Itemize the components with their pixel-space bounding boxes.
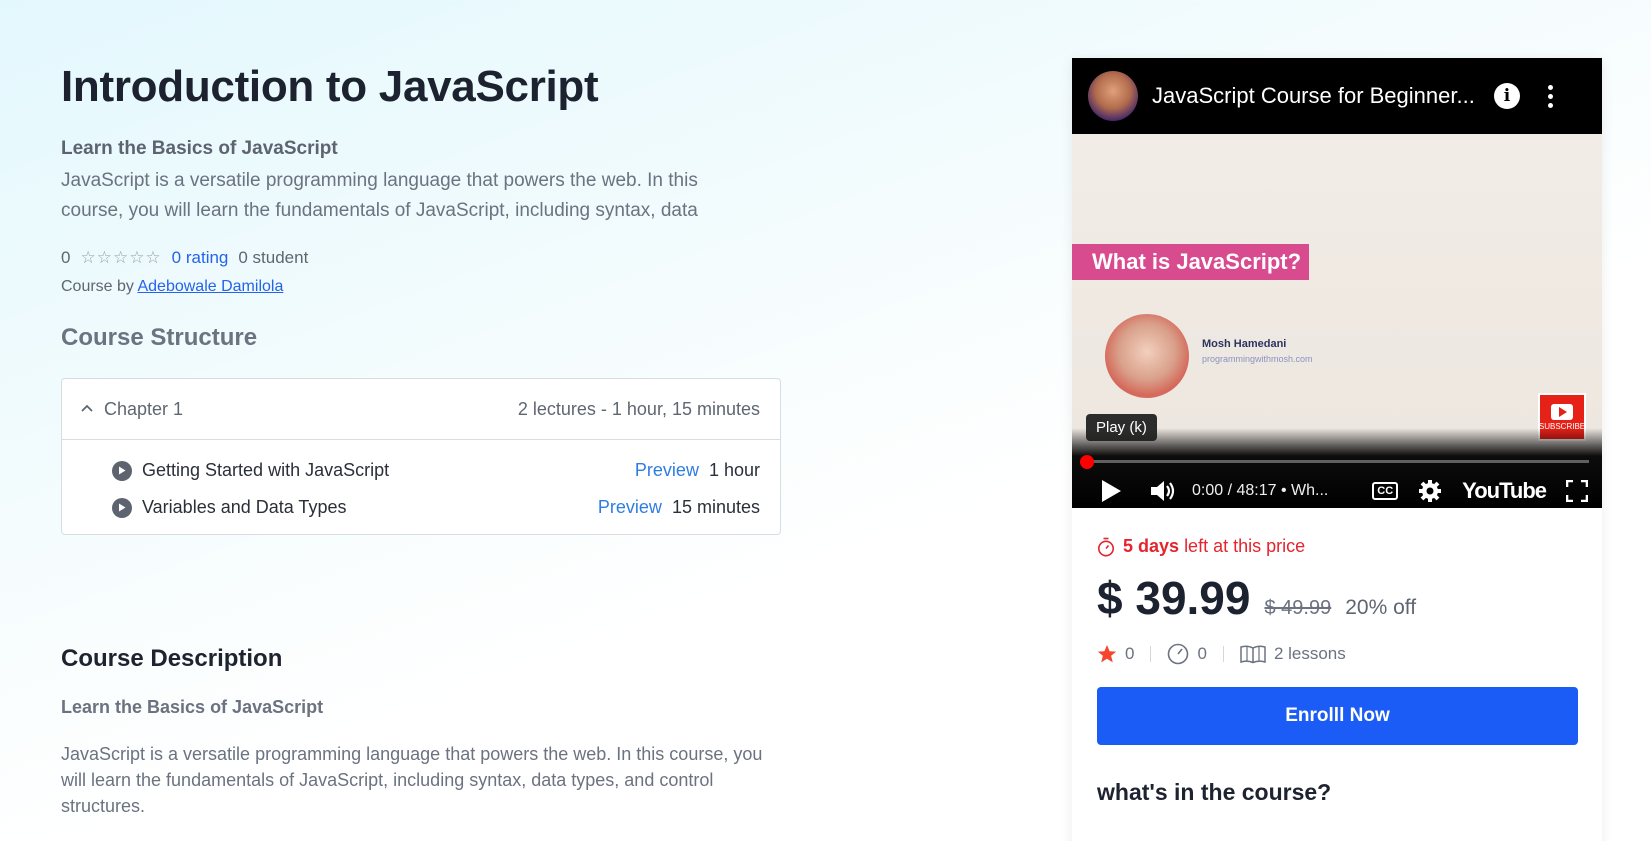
play-circle-icon [112,460,132,481]
chapter-accordion: Chapter 1 2 lectures - 1 hour, 15 minute… [61,378,781,535]
video-title[interactable]: JavaScript Course for Beginner... [1152,83,1482,109]
time-count: 0 [1197,644,1207,663]
lecture-title: Variables and Data Types [142,497,347,517]
play-icon[interactable] [1100,479,1122,503]
description-subtitle: Learn the Basics of JavaScript [61,697,324,717]
captions-icon[interactable]: CC [1372,482,1399,500]
time-display: 0:00 / 48:17 • Wh... [1192,482,1329,499]
rating-value: 0 [61,248,71,267]
course-description-heading: Course Description [61,645,283,672]
price-line: $ 39.99 $ 49.99 20% off [1097,571,1578,625]
video-banner: What is JavaScript? [1072,244,1309,280]
purchase-card: JavaScript Course for Beginner... i What… [1072,58,1602,841]
price-countdown: 5 days left at this price [1097,536,1578,557]
video-player[interactable]: JavaScript Course for Beginner... i What… [1072,58,1602,508]
progress-scrubber[interactable] [1080,455,1094,469]
rating-link[interactable]: 0 rating [172,248,229,268]
chapter-header[interactable]: Chapter 1 2 lectures - 1 hour, 15 minute… [62,379,780,440]
course-intro: JavaScript is a versatile programming la… [61,170,698,221]
star-count: 0 [1125,644,1135,663]
clock-icon [1168,643,1189,665]
control-bar: 0:00 / 48:17 • Wh... CC YouTube [1072,474,1602,508]
presenter-site: programmingwithmosh.com [1202,354,1313,364]
lecture-duration: 15 minutes [671,497,760,517]
course-title: Introduction to JavaScript [61,62,599,111]
lesson-count: 2 lessons [1273,644,1346,663]
student-count: 0 student [238,248,309,267]
play-icon [1551,403,1573,420]
original-price: $ 49.99 [1264,597,1332,619]
description-body: JavaScript is a versatile programming la… [61,744,763,816]
play-tooltip: Play (k) [1086,414,1157,441]
lecture-title: Getting Started with JavaScript [142,460,390,480]
fullscreen-icon[interactable] [1566,480,1588,502]
course-stats: 0 0 2 lessons [1097,643,1578,665]
lecture-item: Getting Started with JavaScript Preview … [112,452,760,489]
course-structure-heading: Course Structure [61,324,258,351]
days-left: 5 days [1123,536,1180,556]
settings-gear-icon[interactable] [1418,479,1442,503]
current-price: $ 39.99 [1097,572,1251,624]
days-left-suffix: left at this price [1184,536,1306,556]
course-overview: Introduction to JavaScript Learn the Bas… [61,60,791,535]
lecture-item: Variables and Data Types Preview 15 minu… [112,489,760,526]
lecture-list: Getting Started with JavaScript Preview … [62,440,780,534]
video-header: JavaScript Course for Beginner... i [1072,58,1602,134]
channel-avatar[interactable] [1088,71,1138,121]
course-byline: Course by Adebowale Damilola [61,278,791,296]
whats-in-course-heading: what's in the course? [1097,779,1332,805]
chapter-name: Chapter 1 [104,398,184,419]
more-vertical-icon[interactable] [1548,84,1553,108]
author-link[interactable]: Adebowale Damilola [137,278,283,295]
presenter-name: Mosh Hamedani [1202,338,1287,350]
lecture-duration: 1 hour [708,460,760,480]
course-subtitle: Learn the Basics of JavaScript [61,138,338,159]
chevron-up-icon [81,404,93,412]
pricing-section: 5 days left at this price $ 39.99 $ 49.9… [1072,508,1602,806]
byline-prefix: Course by [61,278,134,295]
enroll-button[interactable]: Enrolll Now [1097,687,1578,745]
progress-track[interactable] [1086,460,1589,463]
volume-icon[interactable] [1150,479,1176,503]
rating-row: 0 ☆☆☆☆☆ 0 rating 0 student [61,248,791,268]
youtube-logo[interactable]: YouTube [1462,478,1547,504]
stopwatch-icon [1098,537,1114,556]
star-icon [1097,645,1117,663]
preview-link[interactable]: Preview [598,497,662,518]
info-icon[interactable]: i [1494,83,1520,109]
discount-badge: 20% off [1345,596,1417,619]
preview-link[interactable]: Preview [635,460,699,481]
rating-stars-icon: ☆☆☆☆☆ [80,248,162,267]
presenter-photo [1105,314,1189,398]
play-circle-icon [112,497,132,518]
book-icon [1240,645,1266,664]
chapter-summary: 2 lectures - 1 hour, 15 minutes [517,398,760,419]
